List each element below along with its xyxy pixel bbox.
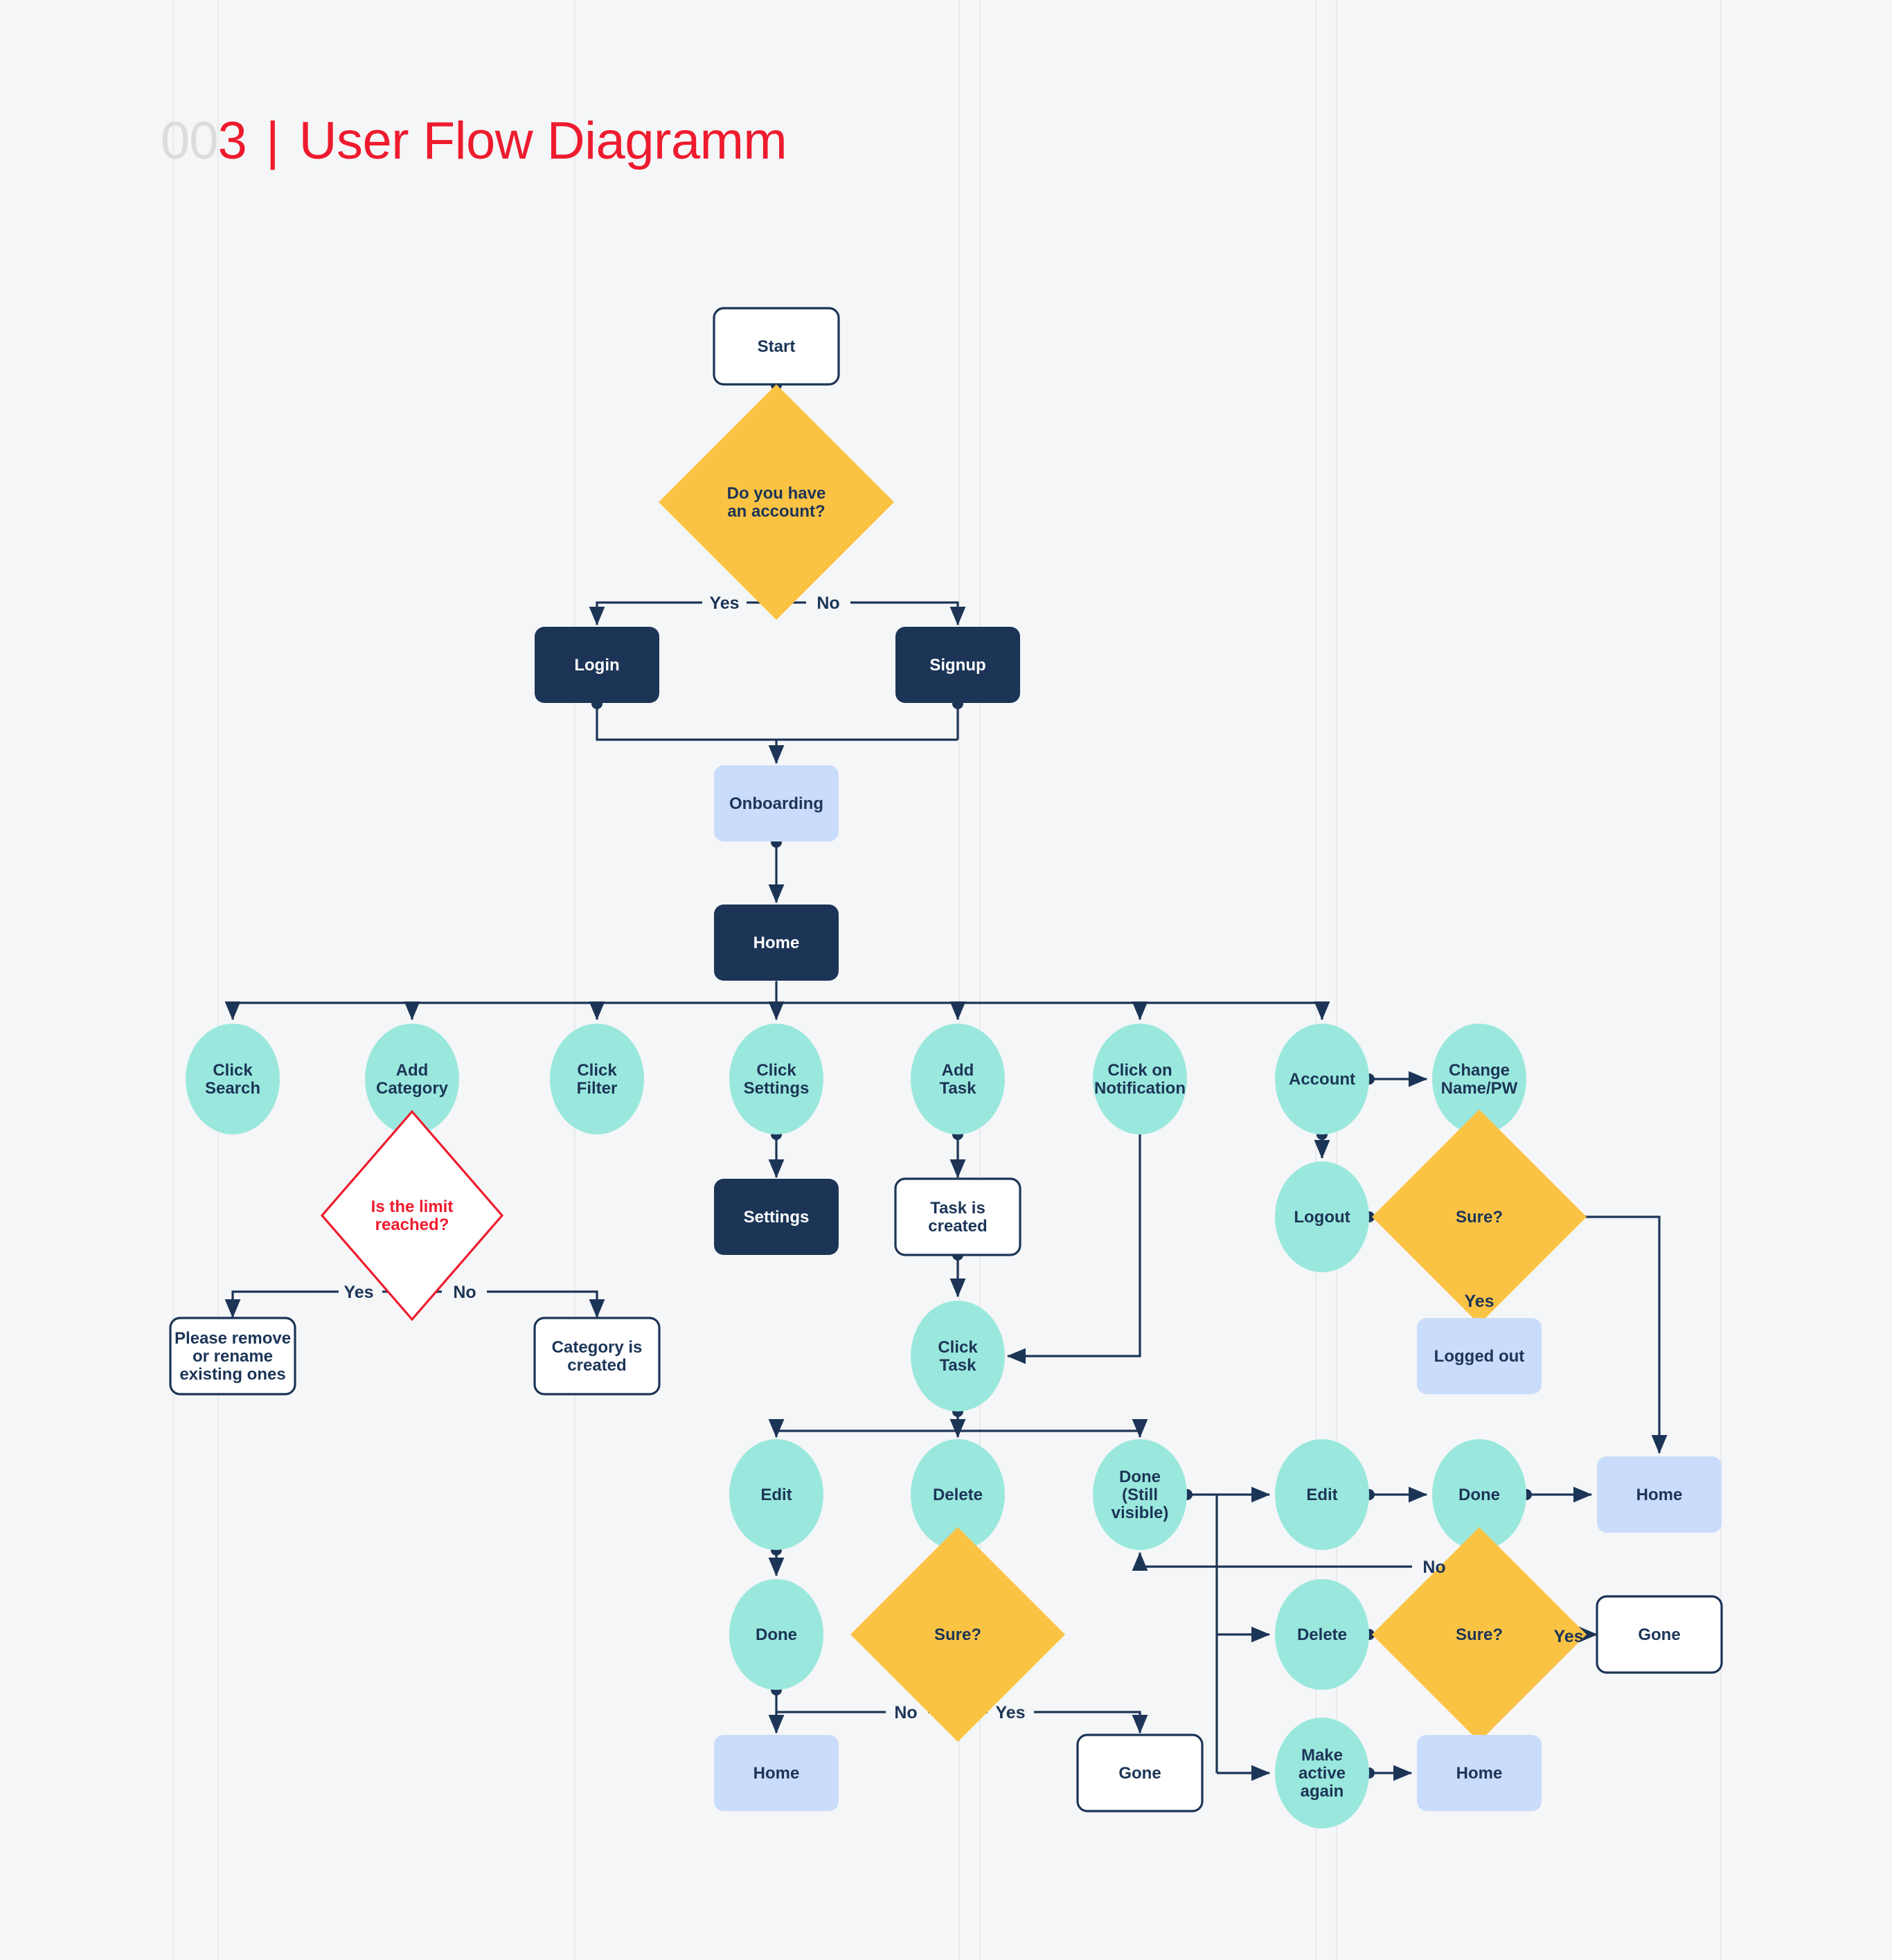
flow-node-click_search[interactable]: Click Search [186, 1024, 280, 1134]
node-label: Home [1636, 1486, 1683, 1504]
node-label: Account [1289, 1070, 1355, 1089]
flow-node-signup[interactable]: Signup [895, 627, 1020, 703]
node-layer: Start Do you have an account? Login Signup On… [169, 307, 1723, 1828]
node-label: Home [753, 934, 800, 952]
node-label: Signup [929, 656, 985, 675]
node-label: Task is created [928, 1199, 987, 1236]
edge-label-yes_logout: Yes [1464, 1292, 1494, 1311]
node-label: Start [758, 337, 796, 356]
flow-node-gone1[interactable]: Gone [1076, 1734, 1204, 1812]
flow-node-login[interactable]: Login [535, 627, 659, 703]
flow-node-edit1[interactable]: Edit [729, 1439, 823, 1550]
flow-node-click_task[interactable]: Click Task [911, 1301, 1005, 1411]
flow-node-done_visible[interactable]: Done (Still visible) [1093, 1439, 1187, 1550]
diagram-canvas: 00 3 | User Flow Diagramm Start Do you h… [0, 0, 1892, 1960]
node-label: Click Task [938, 1338, 978, 1375]
flow-node-home_right[interactable]: Home [1597, 1456, 1722, 1533]
edge-label-no_delete1: No [894, 1703, 917, 1722]
flow-diagram: Start Do you have an account? Login Signup On… [169, 307, 1723, 1828]
node-label: Gone [1638, 1625, 1680, 1644]
node-label: Delete [933, 1486, 983, 1504]
edge-label-no_account: No [816, 594, 839, 613]
edge-label-yes_delete1: Yes [995, 1703, 1025, 1722]
flow-node-start[interactable]: Start [713, 307, 840, 386]
node-label: Click Search [205, 1061, 260, 1098]
edge-limit-no [487, 1290, 605, 1319]
node-label: Make active again [1298, 1746, 1346, 1801]
flow-node-please_remove[interactable]: Please remove or rename existing ones [169, 1317, 296, 1396]
node-label: Change Name/PW [1441, 1061, 1518, 1098]
flow-node-add_task[interactable]: Add Task [911, 1024, 1005, 1134]
flow-node-gone2[interactable]: Gone [1596, 1595, 1723, 1674]
node-label: Home [753, 1764, 800, 1783]
edge-sure-delete1-yes [1034, 1711, 1148, 1734]
flow-node-edit2[interactable]: Edit [1275, 1439, 1369, 1550]
edge-label-yes_delete2: Yes [1553, 1627, 1583, 1646]
edge-label-yes_account: Yes [709, 594, 739, 613]
node-label: Delete [1297, 1625, 1347, 1644]
node-label: Click Filter [577, 1061, 618, 1098]
node-label: Done [756, 1625, 797, 1644]
node-label: Is the limit reached? [371, 1197, 454, 1234]
flow-node-home_bl[interactable]: Home [714, 1735, 839, 1811]
flow-node-category_created[interactable]: Category is created [533, 1317, 661, 1396]
edge-limit-yes [224, 1290, 339, 1319]
flow-node-done1[interactable]: Done [729, 1579, 823, 1690]
flow-node-make_active[interactable]: Make active again [1275, 1718, 1369, 1828]
flow-node-home[interactable]: Home [714, 905, 839, 981]
node-label: Settings [744, 1208, 810, 1227]
flow-node-home_br[interactable]: Home [1417, 1735, 1542, 1811]
edge-sure2-no-to-done-visible [1132, 1551, 1412, 1571]
edge-login-to-join [596, 704, 958, 741]
node-label: Edit [760, 1486, 792, 1504]
node-label: Home [1456, 1764, 1503, 1783]
flow-node-have_account[interactable]: Do you have an account? [659, 384, 894, 620]
flow-node-logged_out[interactable]: Logged out [1417, 1318, 1542, 1394]
edge-label-no_delete2: No [1422, 1558, 1445, 1577]
node-label: Sure? [934, 1625, 981, 1644]
flow-node-settings[interactable]: Settings [714, 1179, 839, 1255]
edge-no-to-signup [850, 601, 966, 626]
node-label: Logged out [1434, 1347, 1525, 1366]
node-label: Login [574, 656, 619, 675]
node-label: Do you have an account? [727, 484, 826, 521]
node-label: Click on Notification [1094, 1061, 1186, 1098]
edge-notification-to-click-task [1006, 1134, 1141, 1364]
node-label: Onboarding [729, 794, 823, 813]
edge-yes-to-login [589, 601, 702, 626]
node-label: Done [1458, 1486, 1500, 1504]
flow-node-click_notification[interactable]: Click on Notification [1093, 1024, 1187, 1134]
flow-node-sure_delete1[interactable]: Sure? [850, 1527, 1065, 1742]
edge-sure-logout-no-to-home [1533, 1215, 1668, 1454]
node-label: Edit [1306, 1486, 1337, 1504]
flow-node-task_created[interactable]: Task is created [894, 1177, 1021, 1256]
flow-node-click_settings[interactable]: Click Settings [729, 1024, 823, 1134]
edge-label-yes_limit: Yes [343, 1283, 373, 1302]
node-label: Logout [1294, 1208, 1350, 1227]
edge-label-no_limit: No [453, 1283, 476, 1302]
flow-node-account[interactable]: Account [1275, 1024, 1369, 1134]
node-label: Gone [1118, 1764, 1161, 1783]
flow-node-delete2[interactable]: Delete [1275, 1579, 1369, 1690]
flow-node-onboarding[interactable]: Onboarding [714, 765, 839, 841]
flow-node-click_filter[interactable]: Click Filter [550, 1024, 644, 1134]
node-label: Sure? [1456, 1625, 1503, 1644]
node-label: Add Task [940, 1061, 977, 1098]
node-label: Sure? [1456, 1208, 1503, 1227]
flow-node-logout[interactable]: Logout [1275, 1161, 1369, 1272]
